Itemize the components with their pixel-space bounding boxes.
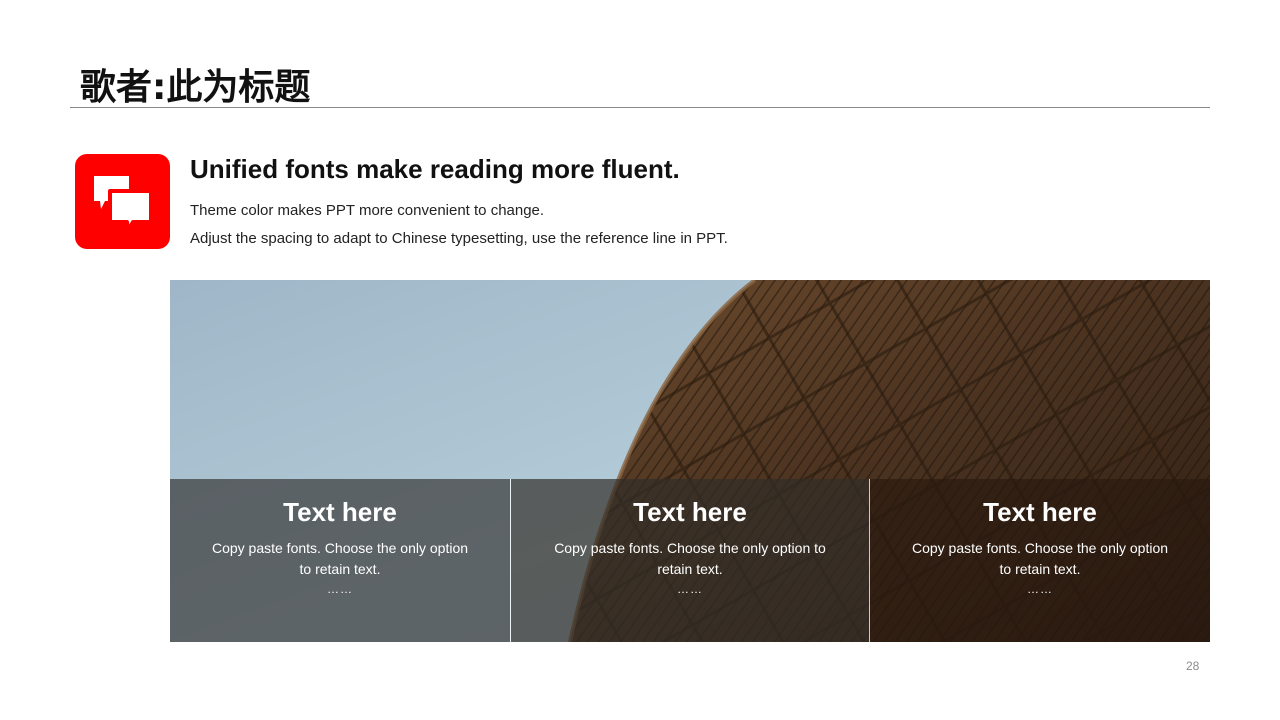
intro-line-1: Theme color makes PPT more convenient to… xyxy=(190,202,545,219)
panel-title: Text here xyxy=(633,497,747,527)
panel-body: Copy paste fonts. Choose the only option… xyxy=(554,540,826,577)
panel-body: Copy paste fonts. Choose the only option… xyxy=(911,540,1169,577)
intro-headline: Unified fonts make reading more fluent. xyxy=(190,154,680,184)
panel-ellipsis: …… xyxy=(1027,582,1053,596)
panel-ellipsis: …… xyxy=(677,582,703,596)
info-panel-2: Text here Copy paste fonts. Choose the o… xyxy=(511,479,869,642)
info-panel-1: Text here Copy paste fonts. Choose the o… xyxy=(170,479,510,642)
info-panel-3: Text here Copy paste fonts. Choose the o… xyxy=(870,479,1210,642)
panel-title: Text here xyxy=(283,497,397,527)
panel-body: Copy paste fonts. Choose the only option… xyxy=(211,540,469,577)
slide-title: 歌者:此为标题 xyxy=(80,67,311,108)
page-number: 28 xyxy=(1186,659,1200,673)
intro-line-2: Adjust the spacing to adapt to Chinese t… xyxy=(190,230,728,247)
title-divider xyxy=(70,107,1210,108)
panel-title: Text here xyxy=(983,497,1097,527)
chat-bubbles-icon xyxy=(75,154,170,249)
building-photo: Text here Copy paste fonts. Choose the o… xyxy=(170,280,1210,642)
panel-ellipsis: …… xyxy=(327,582,353,596)
